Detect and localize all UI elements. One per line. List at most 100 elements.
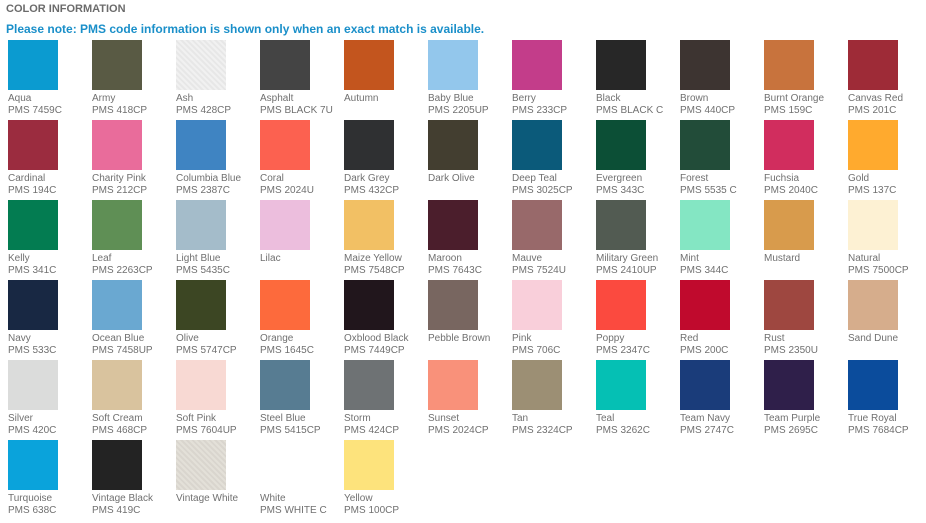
color-swatch-item-asphalt: Asphalt PMS BLACK 7U [252, 40, 336, 120]
pms-code: PMS 468CP [92, 425, 148, 436]
color-name: Maize Yellow [344, 253, 402, 264]
color-name: Columbia Blue [176, 173, 242, 184]
color-swatch-item-army: Army PMS 418CP [84, 40, 168, 120]
color-name: Canvas Red [848, 93, 904, 104]
color-swatch-item-mint: Mint PMS 344C [672, 200, 756, 280]
pms-code: PMS 344C [680, 265, 729, 276]
color-swatch-item-black: Black PMS BLACK C [588, 40, 672, 120]
pms-code: PMS 343C [596, 185, 645, 196]
color-swatch [8, 280, 58, 330]
color-swatch [764, 280, 814, 330]
color-swatch [428, 200, 478, 250]
color-swatch-item-ash: Ash PMS 428CP [168, 40, 252, 120]
pms-code: PMS 201C [848, 105, 897, 116]
pms-code: PMS 1645C [260, 345, 314, 356]
pms-code: PMS 7459C [8, 105, 62, 116]
pms-code: PMS 706C [512, 345, 561, 356]
pms-code: PMS 2410UP [596, 265, 657, 276]
color-name: Vintage Black [92, 493, 153, 504]
color-name: Vintage White [176, 493, 239, 504]
color-swatch [848, 200, 898, 250]
color-swatch-item-cardinal: Cardinal PMS 194C [0, 120, 84, 200]
pms-code: PMS 5747CP [176, 345, 237, 356]
color-name: Sunset [428, 413, 460, 424]
color-name: Mauve [512, 253, 543, 264]
color-swatch [512, 280, 562, 330]
color-swatch-item-vintage-black: Vintage Black PMS 419C [84, 440, 168, 520]
color-name: White [260, 493, 286, 504]
color-swatch [92, 280, 142, 330]
pms-code: PMS 200C [680, 345, 729, 356]
color-name: Mint [680, 253, 699, 264]
color-swatch [176, 120, 226, 170]
color-name: Steel Blue [260, 413, 306, 424]
color-name: Evergreen [596, 173, 643, 184]
color-name: Fuchsia [764, 173, 800, 184]
color-swatch [764, 360, 814, 410]
pms-code: PMS 2040C [764, 185, 818, 196]
pms-code: PMS WHITE C [260, 505, 327, 516]
pms-code: PMS 2263CP [92, 265, 153, 276]
pms-code: PMS 638C [8, 505, 57, 516]
color-swatch-item-fuchsia: Fuchsia PMS 2040C [756, 120, 840, 200]
color-name: Turquoise [8, 493, 53, 504]
color-name: Maroon [428, 253, 462, 264]
pms-code: PMS 2205UP [428, 105, 489, 116]
color-swatch-item-light-blue: Light Blue PMS 5435C [168, 200, 252, 280]
color-swatch-item-yellow: Yellow PMS 100CP [336, 440, 420, 520]
color-swatch [680, 200, 730, 250]
color-name: Lilac [260, 253, 281, 264]
color-swatch [344, 360, 394, 410]
color-name: Ash [176, 93, 194, 104]
pms-code: PMS 7684CP [848, 425, 909, 436]
color-swatch [344, 120, 394, 170]
color-name: Teal [596, 413, 615, 424]
pms-code: PMS 137C [848, 185, 897, 196]
pms-code: PMS 5435C [176, 265, 230, 276]
pms-code: PMS 2350U [764, 345, 818, 356]
color-name: Yellow [344, 493, 373, 504]
color-name: Berry [512, 93, 536, 104]
color-swatch-item-tan: Tan PMS 2324CP [504, 360, 588, 440]
color-swatch-item-mauve: Mauve PMS 7524U [504, 200, 588, 280]
color-name: Mustard [764, 253, 801, 264]
color-swatch [848, 120, 898, 170]
color-swatch-item-baby-blue: Baby Blue PMS 2205UP [420, 40, 504, 120]
color-swatch-item-soft-pink: Soft Pink PMS 7604UP [168, 360, 252, 440]
color-swatch [428, 40, 478, 90]
color-swatch-item-orange: Orange PMS 1645C [252, 280, 336, 360]
color-swatch [176, 360, 226, 410]
pms-code: PMS 2747C [680, 425, 734, 436]
color-swatch-item-team-purple: Team Purple PMS 2695C [756, 360, 840, 440]
pms-code: PMS 7524U [512, 265, 566, 276]
color-swatch-item-autumn: Autumn [336, 40, 420, 120]
color-swatch [680, 280, 730, 330]
color-swatch-item-aqua: Aqua PMS 7459C [0, 40, 84, 120]
color-swatch-item-natural: Natural PMS 7500CP [840, 200, 924, 280]
color-swatch [176, 440, 226, 490]
color-name: Brown [680, 93, 709, 104]
pms-code: PMS 341C [8, 265, 57, 276]
color-swatch-item-kelly: Kelly PMS 341C [0, 200, 84, 280]
pms-code: PMS 428CP [176, 105, 232, 116]
pms-code: PMS 194C [8, 185, 57, 196]
color-swatch-item-olive: Olive PMS 5747CP [168, 280, 252, 360]
color-swatch-item-sunset: Sunset PMS 2024CP [420, 360, 504, 440]
color-name: Forest [680, 173, 709, 184]
color-swatch [8, 120, 58, 170]
color-swatch [512, 360, 562, 410]
color-name: Orange [260, 333, 294, 344]
color-swatch [8, 360, 58, 410]
pms-code: PMS 7643C [428, 265, 482, 276]
color-name: Black [596, 93, 621, 104]
pms-code: PMS 7548CP [344, 265, 405, 276]
color-swatch-item-navy: Navy PMS 533C [0, 280, 84, 360]
pms-code: PMS 159C [764, 105, 813, 116]
pms-code: PMS 7449CP [344, 345, 405, 356]
pms-code: PMS 7458UP [92, 345, 153, 356]
color-name: Military Green [596, 253, 659, 264]
pms-code: PMS 533C [8, 345, 57, 356]
color-name: Baby Blue [428, 93, 474, 104]
color-name: True Royal [848, 413, 897, 424]
color-name: Army [92, 93, 116, 104]
